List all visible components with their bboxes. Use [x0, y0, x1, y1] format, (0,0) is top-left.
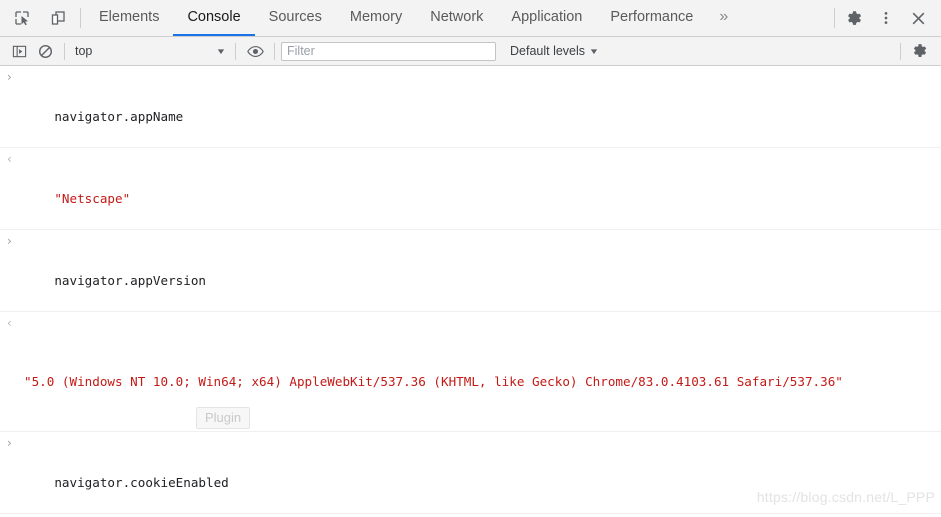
- close-glyph: [912, 12, 924, 24]
- console-filter-bar: top ▼ Default levels ▼: [0, 37, 941, 66]
- panel-tabs: Elements Console Sources Memory Network …: [85, 0, 830, 36]
- inspect-cursor-glyph: [15, 11, 29, 26]
- result-value-string: "Netscape": [54, 190, 131, 206]
- chevron-down-icon: ▼: [215, 46, 227, 56]
- command-text-3: navigator.cookieEnabled: [54, 474, 229, 490]
- clear-console-icon[interactable]: [32, 39, 58, 63]
- filter-input[interactable]: [281, 41, 496, 61]
- toolbar-divider-right: [834, 8, 835, 28]
- command-text: navigator.appName: [54, 108, 184, 124]
- toolbar-right-icons: [839, 0, 941, 36]
- prompt-arrow-icon-3: ›: [7, 436, 12, 450]
- console-sidebar-glyph: [12, 45, 26, 57]
- result-arrow-icon: ‹: [7, 152, 12, 166]
- toolbar-left-icons: [0, 0, 76, 36]
- log-levels-selector[interactable]: Default levels ▼: [510, 44, 600, 58]
- tab-elements[interactable]: Elements: [85, 0, 173, 36]
- tab-performance[interactable]: Performance: [596, 0, 707, 36]
- close-icon[interactable]: [903, 4, 933, 32]
- execution-context-label: top: [75, 44, 93, 58]
- tab-memory[interactable]: Memory: [336, 0, 416, 36]
- prompt-arrow-icon: ›: [7, 70, 12, 84]
- device-toolbar-glyph: [51, 11, 65, 25]
- tab-application[interactable]: Application: [497, 0, 596, 36]
- execution-context-selector[interactable]: top ▼: [71, 44, 229, 58]
- console-message-list[interactable]: › navigator.appName ‹ "Netscape" › navig…: [0, 66, 941, 515]
- result-arrow-icon-2: ‹: [7, 316, 12, 330]
- console-command-row-3[interactable]: › navigator.cookieEnabled: [0, 432, 941, 514]
- toolbar-divider: [80, 8, 81, 28]
- result-value-useragent: "5.0 (Windows NT 10.0; Win64; x64) Apple…: [24, 373, 843, 389]
- prompt-arrow-icon-2: ›: [7, 234, 12, 248]
- eye-glyph: [246, 45, 264, 57]
- more-tabs-button[interactable]: »: [707, 0, 740, 36]
- gear-icon[interactable]: [839, 4, 869, 32]
- filterbar-divider-4: [900, 42, 901, 60]
- clear-console-glyph: [38, 44, 52, 58]
- log-levels-label: Default levels: [510, 44, 586, 58]
- chevron-down-icon-levels: ▼: [588, 46, 600, 56]
- console-result-row[interactable]: ‹ "Netscape": [0, 148, 941, 230]
- filterbar-divider-1: [64, 42, 65, 60]
- filterbar-divider-3: [274, 42, 275, 60]
- console-command-row[interactable]: › navigator.appName: [0, 66, 941, 148]
- command-text-2: navigator.appVersion: [54, 272, 206, 288]
- console-sidebar-icon[interactable]: [6, 39, 32, 63]
- devtools-tab-bar: Elements Console Sources Memory Network …: [0, 0, 941, 37]
- tab-sources[interactable]: Sources: [255, 0, 336, 36]
- kebab-menu-icon[interactable]: [871, 4, 901, 32]
- console-settings-gear-icon[interactable]: [907, 39, 933, 63]
- gear-glyph: [847, 10, 861, 25]
- kebab-menu-glyph: [884, 12, 888, 24]
- inspect-cursor-icon[interactable]: [10, 6, 34, 30]
- tab-console[interactable]: Console: [173, 0, 255, 36]
- tab-network[interactable]: Network: [416, 0, 497, 36]
- live-expression-icon[interactable]: [242, 39, 268, 63]
- console-settings-gear-glyph: [913, 44, 927, 57]
- console-result-row-2[interactable]: ‹ "5.0 (Windows NT 10.0; Win64; x64) App…: [0, 312, 941, 432]
- filterbar-divider-2: [235, 42, 236, 60]
- console-command-row-2[interactable]: › navigator.appVersion: [0, 230, 941, 312]
- device-toolbar-icon[interactable]: [46, 6, 70, 30]
- console-result-row-3[interactable]: ‹ true: [0, 514, 941, 515]
